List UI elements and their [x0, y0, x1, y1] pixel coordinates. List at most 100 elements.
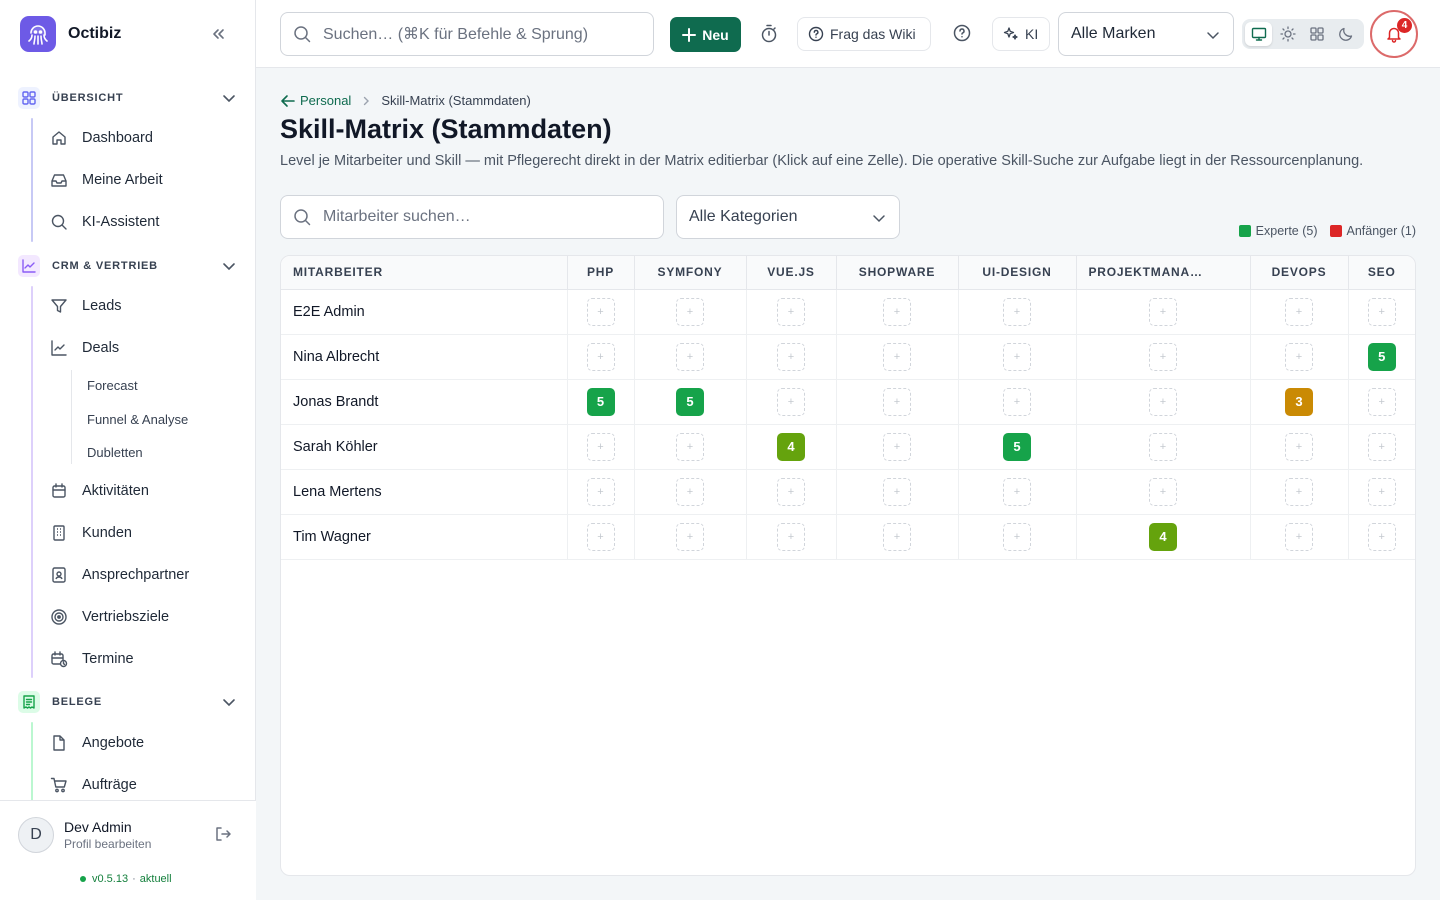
sidebar-item-label: Leads: [82, 298, 122, 314]
notifications-button[interactable]: 4: [1370, 10, 1418, 58]
section-uebersicht[interactable]: ÜBERSICHT: [18, 85, 240, 111]
empty-level-cell[interactable]: +: [1003, 297, 1031, 326]
empty-level-cell[interactable]: +: [1003, 522, 1031, 551]
sidebar-item-ansprechpartner[interactable]: Ansprechpartner: [50, 561, 189, 589]
sidebar-item-deals[interactable]: Deals: [50, 334, 119, 362]
brand-select[interactable]: Alle Marken: [1058, 12, 1234, 56]
sidebar-item-termine[interactable]: Termine: [50, 645, 134, 673]
empty-level-cell[interactable]: +: [1285, 297, 1313, 326]
empty-level-cell[interactable]: +: [883, 387, 911, 416]
level-badge[interactable]: 5: [586, 387, 615, 416]
level-badge[interactable]: 5: [1003, 432, 1031, 461]
ai-button[interactable]: KI: [992, 17, 1050, 51]
sidebar-subitem-forecast[interactable]: Forecast: [87, 378, 138, 393]
moon-icon[interactable]: [1332, 22, 1359, 46]
column-header-skill[interactable]: PROJEKTMANA…: [1075, 256, 1250, 290]
column-header-skill[interactable]: UI-DESIGN: [957, 256, 1076, 290]
empty-level-cell[interactable]: +: [1367, 432, 1396, 461]
column-header-skill[interactable]: SHOPWARE: [835, 256, 958, 290]
empty-level-cell[interactable]: +: [883, 522, 911, 551]
empty-level-cell[interactable]: +: [1149, 342, 1177, 371]
column-header-skill[interactable]: VUE.JS: [745, 256, 836, 290]
empty-level-cell[interactable]: +: [777, 342, 805, 371]
sidebar-item-leads[interactable]: Leads: [50, 292, 122, 320]
monitor-icon[interactable]: [1245, 22, 1272, 46]
skill-cell: +: [1249, 424, 1348, 470]
sidebar-item-dashboard[interactable]: Dashboard: [50, 124, 153, 152]
empty-level-cell[interactable]: +: [883, 432, 911, 461]
sidebar-item-meine-arbeit[interactable]: Meine Arbeit: [50, 166, 163, 194]
sidebar-item-auftraege[interactable]: Aufträge: [50, 771, 137, 799]
empty-level-cell[interactable]: +: [777, 522, 805, 551]
empty-level-cell[interactable]: +: [676, 297, 704, 326]
help-icon[interactable]: [953, 24, 971, 42]
column-header-skill[interactable]: DEVOPS: [1249, 256, 1348, 290]
sidebar-item-angebote[interactable]: Angebote: [50, 729, 144, 757]
empty-level-cell[interactable]: +: [1149, 387, 1177, 416]
employee-search-input[interactable]: Mitarbeiter suchen…: [280, 195, 664, 239]
empty-level-cell[interactable]: +: [883, 297, 911, 326]
sidebar-item-kunden[interactable]: Kunden: [50, 519, 132, 547]
sidebar-subitem-dubletten[interactable]: Dubletten: [87, 445, 143, 460]
empty-level-cell[interactable]: +: [1367, 477, 1396, 506]
level-badge[interactable]: 4: [1149, 522, 1177, 551]
empty-level-cell[interactable]: +: [1003, 477, 1031, 506]
wiki-button[interactable]: Frag das Wiki: [797, 17, 931, 51]
sidebar-item-label: Aktivitäten: [82, 483, 149, 499]
user-name[interactable]: Dev Admin: [64, 819, 132, 835]
empty-level-cell[interactable]: +: [586, 342, 615, 371]
new-button[interactable]: Neu: [670, 17, 741, 52]
edit-profile-link[interactable]: Profil bearbeiten: [64, 837, 151, 851]
logout-icon[interactable]: [214, 825, 232, 843]
section-belege[interactable]: BELEGE: [18, 689, 240, 715]
sun-icon[interactable]: [1274, 22, 1301, 46]
sidebar-item-vertriebsziele[interactable]: Vertriebsziele: [50, 603, 169, 631]
column-header-skill[interactable]: SYMFONY: [633, 256, 746, 290]
column-header-skill[interactable]: PHP: [566, 256, 634, 290]
empty-level-cell[interactable]: +: [1285, 477, 1313, 506]
empty-level-cell[interactable]: +: [586, 477, 615, 506]
empty-level-cell[interactable]: +: [1285, 342, 1313, 371]
empty-level-cell[interactable]: +: [1149, 477, 1177, 506]
empty-level-cell[interactable]: +: [883, 477, 911, 506]
column-header-employee[interactable]: MITARBEITER: [281, 256, 567, 290]
layout-grid-icon[interactable]: [1303, 22, 1330, 46]
column-header-skill[interactable]: SEO: [1347, 256, 1415, 290]
sidebar-item-ki-assistent[interactable]: KI-Assistent: [50, 208, 159, 236]
empty-level-cell[interactable]: +: [1285, 432, 1313, 461]
category-select[interactable]: Alle Kategorien: [676, 195, 900, 239]
empty-level-cell[interactable]: +: [1285, 522, 1313, 551]
level-badge[interactable]: 4: [777, 432, 805, 461]
empty-level-cell[interactable]: +: [1367, 297, 1396, 326]
global-search-input[interactable]: Suchen… (⌘K für Befehle & Sprung): [280, 12, 654, 56]
empty-level-cell[interactable]: +: [676, 522, 704, 551]
empty-level-cell[interactable]: +: [1367, 522, 1396, 551]
level-badge[interactable]: 3: [1285, 387, 1313, 416]
level-badge[interactable]: 5: [1367, 342, 1396, 371]
avatar[interactable]: D: [18, 817, 54, 853]
empty-level-cell[interactable]: +: [586, 522, 615, 551]
empty-level-cell[interactable]: +: [883, 342, 911, 371]
brand[interactable]: Octibiz: [20, 16, 121, 52]
empty-level-cell[interactable]: +: [1149, 432, 1177, 461]
collapse-sidebar-icon[interactable]: [208, 24, 230, 44]
empty-level-cell[interactable]: +: [676, 342, 704, 371]
breadcrumb-parent-link[interactable]: Personal: [280, 93, 351, 108]
empty-level-cell[interactable]: +: [1003, 342, 1031, 371]
section-crm-vertrieb[interactable]: CRM & VERTRIEB: [18, 253, 240, 279]
sidebar-subitem-funnel-analyse[interactable]: Funnel & Analyse: [87, 412, 188, 427]
empty-level-cell[interactable]: +: [1003, 387, 1031, 416]
empty-level-cell[interactable]: +: [1367, 387, 1396, 416]
empty-level-cell[interactable]: +: [676, 432, 704, 461]
empty-level-cell[interactable]: +: [676, 477, 704, 506]
level-badge[interactable]: 5: [676, 387, 704, 416]
empty-level-cell[interactable]: +: [586, 432, 615, 461]
empty-level-cell[interactable]: +: [777, 387, 805, 416]
empty-level-cell[interactable]: +: [777, 297, 805, 326]
timer-icon[interactable]: [760, 24, 778, 44]
empty-level-cell[interactable]: +: [777, 477, 805, 506]
empty-level-cell[interactable]: +: [1149, 297, 1177, 326]
chevron-right-icon: [361, 96, 371, 106]
sidebar-item-aktivitaeten[interactable]: Aktivitäten: [50, 477, 149, 505]
empty-level-cell[interactable]: +: [586, 297, 615, 326]
